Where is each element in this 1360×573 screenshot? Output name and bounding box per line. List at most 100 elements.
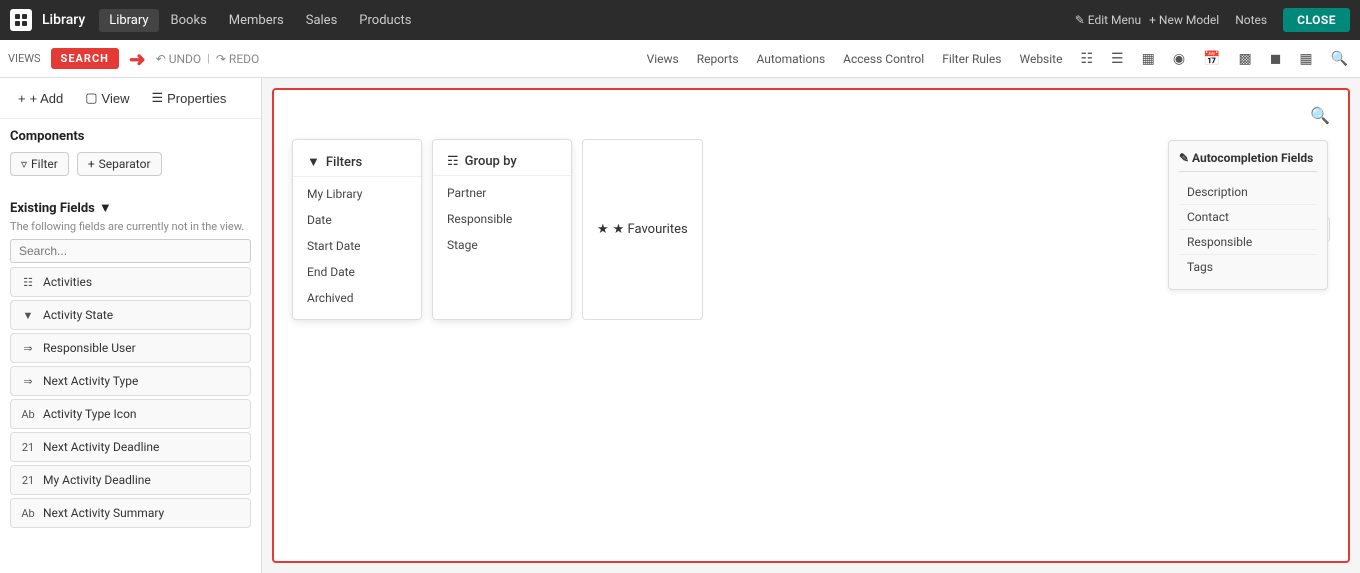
close-button[interactable]: CLOSE (1283, 8, 1350, 32)
list-view-icon[interactable]: ☷ (1076, 49, 1097, 69)
content-area: 🔍 ▼ Filters My Library Date Start Date E… (262, 78, 1360, 573)
autocompletion-panel: ✎ Autocompletion Fields Description Cont… (1168, 140, 1328, 290)
next-summary-icon: Ab (19, 504, 37, 522)
grid-icon[interactable]: ◼ (1266, 49, 1286, 69)
sidebar-actions: + + Add ▢ View ☰ Properties (0, 78, 261, 119)
filter-date[interactable]: Date (293, 207, 421, 233)
add-button[interactable]: + + Add (10, 87, 71, 110)
nav-sales[interactable]: Sales (296, 9, 348, 32)
content-inner: 🔍 ▼ Filters My Library Date Start Date E… (272, 88, 1350, 563)
star-icon: ★ (597, 222, 609, 237)
notes-button[interactable]: Notes (1227, 9, 1275, 31)
reports-link[interactable]: Reports (693, 50, 743, 68)
arrow-indicator: ➜ (129, 47, 146, 71)
filters-header[interactable]: ▼ Filters (293, 148, 421, 177)
content-search-bar: 🔍 (284, 100, 1338, 131)
toolbar-right: Views Reports Automations Access Control… (643, 49, 1352, 69)
filter-end-date[interactable]: End Date (293, 259, 421, 285)
filter-rules-link[interactable]: Filter Rules (938, 50, 1005, 68)
app-title[interactable]: Library (42, 12, 85, 28)
favourites-button[interactable]: ★ ★ Favourites (582, 139, 703, 320)
filter-archived[interactable]: Archived (293, 285, 421, 311)
nav-links: Library Books Members Sales Products (99, 9, 1069, 32)
filter-chip-icon: ▿ (21, 157, 27, 171)
activity-type-icon-icon: Ab (19, 405, 37, 423)
existing-fields-desc: The following fields are currently not i… (10, 220, 251, 233)
filter-funnel-icon: ▼ (307, 154, 320, 170)
top-navigation: Library Library Books Members Sales Prod… (0, 0, 1360, 40)
nav-library[interactable]: Library (99, 9, 158, 32)
plus-icon: + (18, 91, 26, 106)
properties-button[interactable]: ☰ Properties (143, 86, 234, 110)
field-activity-state[interactable]: ▼ Activity State (10, 300, 251, 330)
content-search-icon[interactable]: 🔍 (1310, 106, 1330, 125)
next-activity-type-icon: ⇒ (19, 372, 37, 390)
autocompletion-responsible[interactable]: Responsible (1179, 230, 1317, 255)
filter-chip[interactable]: ▿ Filter (10, 152, 69, 176)
calendar-icon[interactable]: 📅 (1199, 49, 1224, 69)
access-control-link[interactable]: Access Control (839, 50, 928, 68)
existing-fields-section: Existing Fields ▼ The following fields a… (0, 194, 261, 537)
app-logo[interactable] (10, 9, 32, 31)
components-title: Components (10, 129, 251, 144)
groupby-stage[interactable]: Stage (433, 232, 571, 258)
field-next-activity-deadline[interactable]: 21 Next Activity Deadline (10, 432, 251, 462)
toolbar-divider: | (207, 52, 210, 65)
props-icon: ☰ (151, 90, 163, 106)
filter-start-date[interactable]: Start Date (293, 233, 421, 259)
new-model-button[interactable]: + New Model (1149, 13, 1219, 27)
my-deadline-icon: 21 (19, 471, 37, 489)
undo-button[interactable]: ↶ UNDO (156, 52, 202, 66)
next-deadline-icon: 21 (19, 438, 37, 456)
filter-my-library[interactable]: My Library (293, 181, 421, 207)
redo-button[interactable]: ↷ REDO (216, 52, 259, 66)
view-button[interactable]: ▢ View (77, 86, 137, 110)
field-activity-type-icon[interactable]: Ab Activity Type Icon (10, 399, 251, 429)
search-button[interactable]: SEARCH (51, 48, 119, 69)
field-my-activity-deadline[interactable]: 21 My Activity Deadline (10, 465, 251, 495)
filters-dropdown: ▼ Filters My Library Date Start Date End… (292, 139, 422, 320)
field-activities[interactable]: ☷ Activities (10, 267, 251, 297)
separator-chip[interactable]: + Separator (77, 152, 162, 176)
components-section: Components ▿ Filter + Separator (0, 119, 261, 194)
nav-members[interactable]: Members (219, 9, 294, 32)
views-link[interactable]: Views (643, 50, 683, 68)
pivot-icon[interactable]: ▦ (1295, 49, 1316, 69)
view-icon: ▢ (85, 90, 97, 106)
map-pin-icon[interactable]: ◉ (1169, 49, 1189, 69)
activities-icon: ☷ (19, 273, 37, 291)
autocompletion-title: ✎ Autocompletion Fields (1179, 151, 1317, 172)
nav-products[interactable]: Products (349, 9, 421, 32)
dropdown-arrow-icon: ▼ (99, 200, 112, 216)
responsible-user-icon: ⇒ (19, 339, 37, 357)
secondary-toolbar: VIEWS SEARCH ➜ ↶ UNDO | ↷ REDO Views Rep… (0, 40, 1360, 78)
groupby-dropdown: ☶ Group by Partner Responsible Stage (432, 139, 572, 320)
list-view2-icon[interactable]: ☰ (1107, 49, 1128, 69)
activity-state-icon: ▼ (19, 306, 37, 324)
autocompletion-tags[interactable]: Tags (1179, 255, 1317, 279)
edit-menu-button[interactable]: ✎ Edit Menu (1075, 13, 1141, 27)
automations-link[interactable]: Automations (753, 50, 830, 68)
autocompletion-description[interactable]: Description (1179, 180, 1317, 205)
search-top-icon[interactable]: 🔍 (1327, 49, 1352, 69)
autocompletion-contact[interactable]: Contact (1179, 205, 1317, 230)
field-next-activity-summary[interactable]: Ab Next Activity Summary (10, 498, 251, 528)
groupby-icon: ☶ (447, 154, 459, 169)
top-right-actions: ✎ Edit Menu + New Model Notes CLOSE (1075, 8, 1350, 32)
views-label: VIEWS (8, 52, 41, 65)
groupby-partner[interactable]: Partner (433, 180, 571, 206)
field-next-activity-type[interactable]: ⇒ Next Activity Type (10, 366, 251, 396)
existing-fields-title: Existing Fields ▼ (10, 200, 251, 216)
website-link[interactable]: Website (1015, 50, 1066, 68)
components-row: ▿ Filter + Separator (10, 152, 251, 176)
sidebar: + + Add ▢ View ☰ Properties Components ▿… (0, 78, 262, 573)
chart-icon[interactable]: ▩ (1234, 49, 1255, 69)
groupby-header[interactable]: ☶ Group by (433, 148, 571, 176)
separator-chip-icon: + (88, 157, 95, 171)
columns-icon[interactable]: ▦ (1138, 49, 1159, 69)
fields-search-input[interactable] (10, 239, 251, 263)
field-responsible-user[interactable]: ⇒ Responsible User (10, 333, 251, 363)
nav-books[interactable]: Books (161, 9, 217, 32)
groupby-responsible[interactable]: Responsible (433, 206, 571, 232)
main-layout: + + Add ▢ View ☰ Properties Components ▿… (0, 78, 1360, 573)
